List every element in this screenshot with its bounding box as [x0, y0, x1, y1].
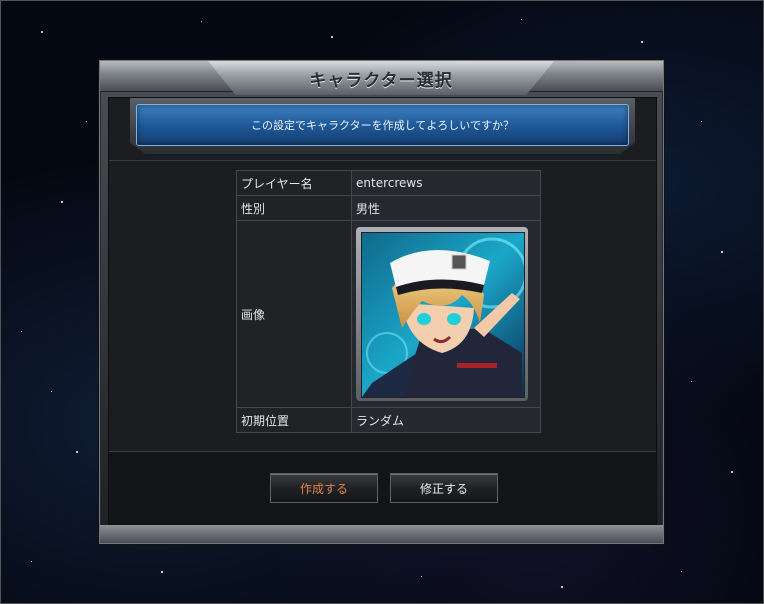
row-label: 性別	[236, 195, 352, 221]
gender-value: 男性	[351, 195, 541, 221]
dialog-frame: キャラクター選択 この設定でキャラクターを作成してよろしいですか？ プレイヤー名…	[99, 60, 664, 544]
row-label: プレイヤー名	[236, 170, 352, 196]
confirm-message: この設定でキャラクターを作成してよろしいですか？	[251, 119, 514, 132]
row-label: 画像	[236, 220, 352, 408]
image-cell	[351, 220, 541, 408]
character-portrait-image	[362, 233, 524, 397]
player-name-value: entercrews	[351, 170, 541, 196]
dialog-body: この設定でキャラクターを作成してよろしいですか？ プレイヤー名 entercre…	[108, 97, 657, 527]
start-position-value: ランダム	[351, 407, 541, 433]
message-frame: この設定でキャラクターを作成してよろしいですか？	[130, 98, 635, 154]
divider	[109, 160, 656, 161]
bottom-bar	[100, 525, 663, 543]
table-row-player-name: プレイヤー名 entercrews	[236, 170, 541, 196]
portrait-frame	[356, 227, 528, 401]
button-area: 作成する 修正する	[109, 451, 656, 527]
edit-button[interactable]: 修正する	[390, 473, 498, 503]
character-portrait	[361, 232, 525, 398]
character-info-table: プレイヤー名 entercrews 性別 男性 画像 初期位置 ランダム	[236, 170, 541, 433]
title-plate: キャラクター選択	[208, 61, 554, 95]
row-label: 初期位置	[236, 407, 352, 433]
table-row-gender: 性別 男性	[236, 195, 541, 221]
create-button[interactable]: 作成する	[270, 473, 378, 503]
table-row-image: 画像	[236, 220, 541, 408]
message-box: この設定でキャラクターを作成してよろしいですか？	[136, 104, 629, 146]
table-row-start-position: 初期位置 ランダム	[236, 407, 541, 433]
dialog-title: キャラクター選択	[309, 70, 453, 91]
